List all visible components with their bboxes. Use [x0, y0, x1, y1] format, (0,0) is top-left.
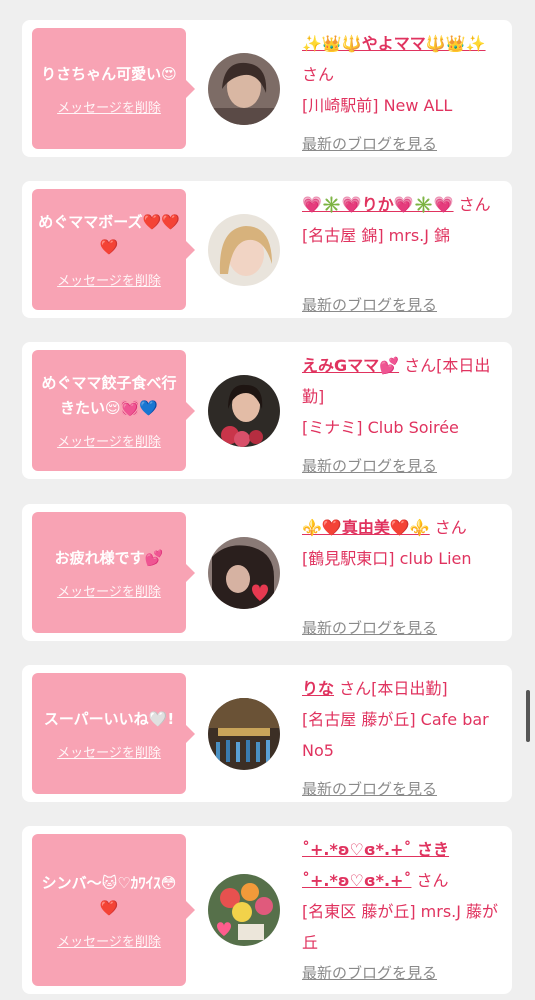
favorite-card: お疲れ様です💕 メッセージを削除 ⚜️❤️真由美❤️⚜️ さん [鶴見駅東口] …	[22, 504, 512, 641]
name-line: えみGママ💕 さん[本日出勤]	[302, 350, 500, 412]
delete-message-link[interactable]: メッセージを削除	[57, 931, 161, 950]
favorite-card: シンバ〜🐱♡ｶﾜｲｽ😳❤️ メッセージを削除 ˚+.*ʚ♡ɞ*.+˚ さき˚+.…	[22, 826, 512, 994]
message-text: シンバ〜🐱♡ｶﾜｲｽ😳❤️	[41, 873, 177, 917]
message-text: お疲れ様です💕	[54, 548, 164, 567]
scrollbar[interactable]	[526, 690, 530, 742]
message-bubble: シンバ〜🐱♡ｶﾜｲｽ😳❤️ メッセージを削除	[32, 834, 195, 986]
avatar[interactable]	[208, 375, 280, 447]
cast-name-link[interactable]: えみGママ💕	[302, 356, 399, 375]
blog-link[interactable]: 最新のブログを見る	[302, 962, 437, 983]
blog-link[interactable]: 最新のブログを見る	[302, 778, 437, 799]
favorite-card: スーパーいいね🤍! メッセージを削除 りな さん[本日出勤] [名古屋 藤が丘]…	[22, 665, 512, 802]
message-bubble: りさちゃん可愛い😍 メッセージを削除	[32, 28, 195, 149]
avatar-image	[208, 698, 280, 770]
message-text: りさちゃん可愛い😍	[41, 64, 177, 83]
name-suffix: さん	[302, 65, 335, 84]
shop-name: [名古屋 藤が丘] Cafe bar No5	[302, 710, 489, 760]
shop-name: [鶴見駅東口] club Lien	[302, 549, 472, 568]
avatar-image	[208, 874, 280, 946]
name-line: ⚜️❤️真由美❤️⚜️ さん	[302, 512, 500, 543]
cast-info: りな さん[本日出勤] [名古屋 藤が丘] Cafe bar No5 最新のブロ…	[302, 673, 500, 798]
message-bubble: お疲れ様です💕 メッセージを削除	[32, 512, 195, 633]
favorite-card: りさちゃん可愛い😍 メッセージを削除 ✨👑🔱やよママ🔱👑✨ さん [川崎駅前] …	[22, 20, 512, 157]
cast-name-link[interactable]: りな	[302, 679, 334, 698]
shop-name: [名古屋 錦] mrs.J 錦	[302, 226, 451, 245]
blog-link[interactable]: 最新のブログを見る	[302, 617, 437, 638]
cast-info: 💗✳️💗りか💗✳️💗 さん [名古屋 錦] mrs.J 錦 最新のブログを見る	[302, 189, 500, 314]
cast-info: ⚜️❤️真由美❤️⚜️ さん [鶴見駅東口] club Lien 最新のブログを…	[302, 512, 500, 637]
delete-message-link[interactable]: メッセージを削除	[57, 270, 161, 289]
message-bubble: めぐママボーズ❤️❤️❤️ メッセージを削除	[32, 189, 195, 310]
shop-name: [名東区 藤が丘] mrs.J 藤が丘	[302, 902, 499, 952]
message-text: スーパーいいね🤍!	[43, 709, 175, 728]
cast-name-link[interactable]: 💗✳️💗りか💗✳️💗	[302, 195, 454, 214]
avatar[interactable]	[208, 698, 280, 770]
cast-name-link[interactable]: ⚜️❤️真由美❤️⚜️	[302, 518, 430, 537]
name-line: ✨👑🔱やよママ🔱👑✨ さん	[302, 28, 500, 90]
avatar[interactable]	[208, 874, 280, 946]
blog-link[interactable]: 最新のブログを見る	[302, 294, 437, 315]
name-suffix: さん	[434, 518, 467, 537]
message-text: めぐママボーズ❤️❤️❤️	[38, 213, 180, 256]
avatar[interactable]	[208, 53, 280, 125]
blog-link[interactable]: 最新のブログを見る	[302, 455, 437, 476]
blog-link[interactable]: 最新のブログを見る	[302, 133, 437, 154]
name-line: 💗✳️💗りか💗✳️💗 さん	[302, 189, 500, 220]
avatar-image	[208, 375, 280, 447]
message-text: めぐママ餃子食べ行きたい😌💓💙	[41, 374, 177, 417]
delete-message-link[interactable]: メッセージを削除	[57, 97, 161, 116]
cast-name-link[interactable]: ✨👑🔱やよママ🔱👑✨	[302, 34, 486, 53]
shop-name: [川崎駅前] New ALL	[302, 96, 453, 115]
delete-message-link[interactable]: メッセージを削除	[57, 581, 161, 600]
avatar[interactable]	[208, 214, 280, 286]
avatar[interactable]	[208, 537, 280, 609]
name-suffix: さん[本日出勤]	[339, 679, 448, 698]
message-bubble: スーパーいいね🤍! メッセージを削除	[32, 673, 195, 794]
shop-name: [ミナミ] Club Soirée	[302, 418, 459, 437]
favorite-card: めぐママボーズ❤️❤️❤️ メッセージを削除 💗✳️💗りか💗✳️💗 さん [名古…	[22, 181, 512, 318]
name-line: りな さん[本日出勤]	[302, 673, 500, 704]
message-bubble: めぐママ餃子食べ行きたい😌💓💙 メッセージを削除	[32, 350, 195, 471]
name-line: ˚+.*ʚ♡ɞ*.+˚ さき˚+.*ʚ♡ɞ*.+˚ さん	[302, 834, 500, 896]
cast-info: ✨👑🔱やよママ🔱👑✨ さん [川崎駅前] New ALL 最新のブログを見る	[302, 28, 500, 153]
delete-message-link[interactable]: メッセージを削除	[57, 742, 161, 761]
delete-message-link[interactable]: メッセージを削除	[57, 431, 161, 450]
name-suffix: さん	[416, 871, 449, 890]
avatar-image	[208, 537, 280, 609]
avatar-image	[208, 53, 280, 125]
avatar-image	[208, 214, 280, 286]
cast-info: えみGママ💕 さん[本日出勤] [ミナミ] Club Soirée 最新のブログ…	[302, 350, 500, 475]
favorite-card: めぐママ餃子食べ行きたい😌💓💙 メッセージを削除 えみGママ💕 さん[本日出勤]…	[22, 342, 512, 479]
name-suffix: さん	[458, 195, 491, 214]
cast-info: ˚+.*ʚ♡ɞ*.+˚ さき˚+.*ʚ♡ɞ*.+˚ さん [名東区 藤が丘] m…	[302, 834, 500, 982]
